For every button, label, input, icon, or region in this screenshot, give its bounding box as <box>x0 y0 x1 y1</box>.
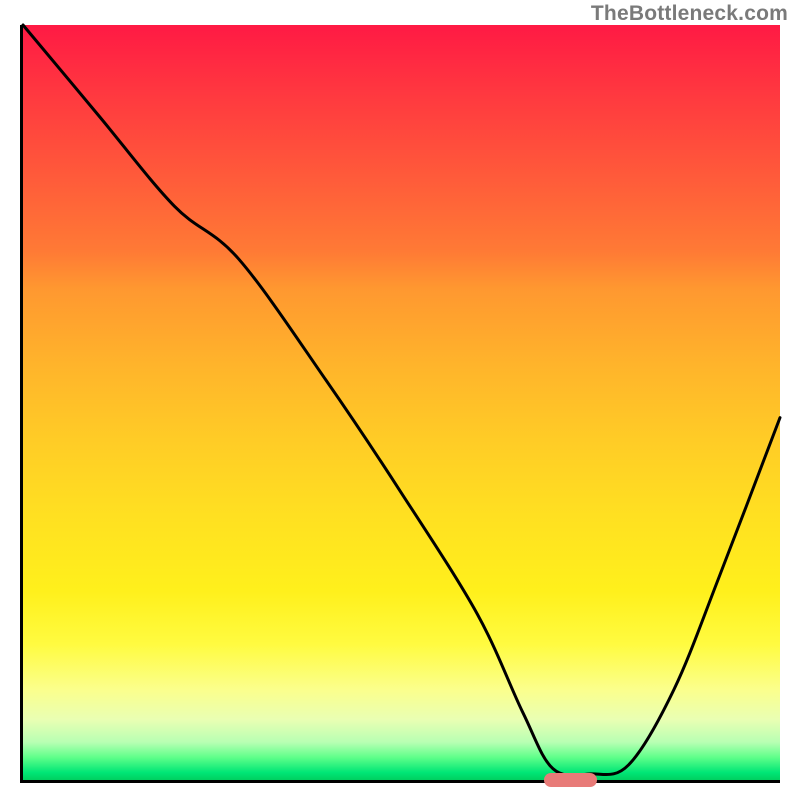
bottleneck-curve <box>23 25 780 780</box>
optimal-marker <box>544 773 597 787</box>
attribution-text: TheBottleneck.com <box>591 2 788 26</box>
plot-area <box>20 25 780 783</box>
bottleneck-chart: TheBottleneck.com <box>0 0 800 800</box>
